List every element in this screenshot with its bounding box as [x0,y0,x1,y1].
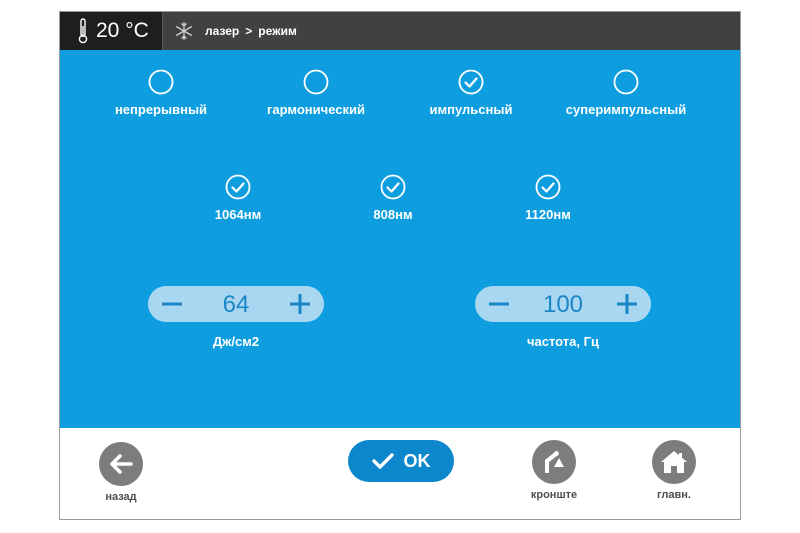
mode-label: непрерывный [114,102,208,117]
frequency-label: частота, Гц [526,334,599,349]
bracket-arm-icon [545,451,564,473]
wavelength-option-808[interactable]: 808нм [313,174,473,222]
mode-option-continuous[interactable]: непрерывный [81,69,241,117]
house-icon [661,451,687,473]
ok-button[interactable]: OK [348,440,454,482]
back-button-circle[interactable] [99,442,143,486]
temperature-indicator: 20 °C [60,12,163,50]
frequency-stepper: 100 [475,286,651,322]
temperature-value: 20 °C [96,19,149,42]
checkbox-checked-icon[interactable] [225,174,251,200]
wavelength-label: 808нм [373,207,413,222]
mode-option-superpulse[interactable]: суперимпульсный [546,69,706,117]
plus-icon [617,294,637,314]
settings-panel: непрерывный гармонический импульсный суп… [60,50,740,428]
header-bar: 20 °C лазер > режим [60,12,740,50]
radio-unchecked-icon[interactable] [148,69,174,95]
energy-decrease-button[interactable] [154,286,190,322]
thermometer-icon [78,18,88,44]
wavelength-option-1064[interactable]: 1064нм [158,174,318,222]
plus-icon [290,294,310,314]
ok-label: OK [403,450,431,471]
breadcrumb-item-mode: режим [258,24,297,38]
mode-option-pulse[interactable]: импульсный [391,69,551,117]
checkbox-checked-icon[interactable] [535,174,561,200]
checkbox-checked-icon[interactable] [380,174,406,200]
checkmark-icon [371,453,394,469]
frequency-value[interactable]: 100 [515,291,611,319]
device-screen: 20 °C лазер > режим непрерывный гармоничес… [59,11,741,520]
wavelength-label: 1120нм [525,207,571,222]
energy-label: Дж/см2 [212,334,260,349]
energy-stepper: 64 [148,286,324,322]
frequency-decrease-button[interactable] [481,286,517,322]
back-label: назад [105,491,137,503]
minus-icon [489,302,509,306]
mode-option-harmonic[interactable]: гармонический [236,69,396,117]
bracket-button-circle[interactable] [532,440,576,484]
mode-label: суперимпульсный [565,102,687,117]
footer-bar: назад OK кронште главн. [60,428,740,519]
arrow-left-icon [110,454,133,474]
radio-checked-icon[interactable] [458,69,484,95]
radio-unchecked-icon[interactable] [303,69,329,95]
wavelength-option-1120[interactable]: 1120нм [468,174,628,222]
wavelength-label: 1064нм [214,207,262,222]
home-label: главн. [657,489,691,501]
breadcrumb-item-laser[interactable]: лазер [205,24,239,38]
energy-value[interactable]: 64 [188,291,284,319]
back-button[interactable]: назад [91,442,151,503]
breadcrumb: лазер > режим [205,24,297,38]
bracket-label: кронште [530,489,578,501]
breadcrumb-separator: > [245,24,253,38]
mode-label: гармонический [267,102,365,117]
home-button-circle[interactable] [652,440,696,484]
energy-increase-button[interactable] [282,286,318,322]
frequency-increase-button[interactable] [609,286,645,322]
radio-unchecked-icon[interactable] [613,69,639,95]
bracket-button[interactable]: кронште [522,440,586,501]
mode-label: импульсный [429,102,513,117]
minus-icon [162,302,182,306]
snowflake-icon [175,22,193,40]
home-button[interactable]: главн. [642,440,706,501]
